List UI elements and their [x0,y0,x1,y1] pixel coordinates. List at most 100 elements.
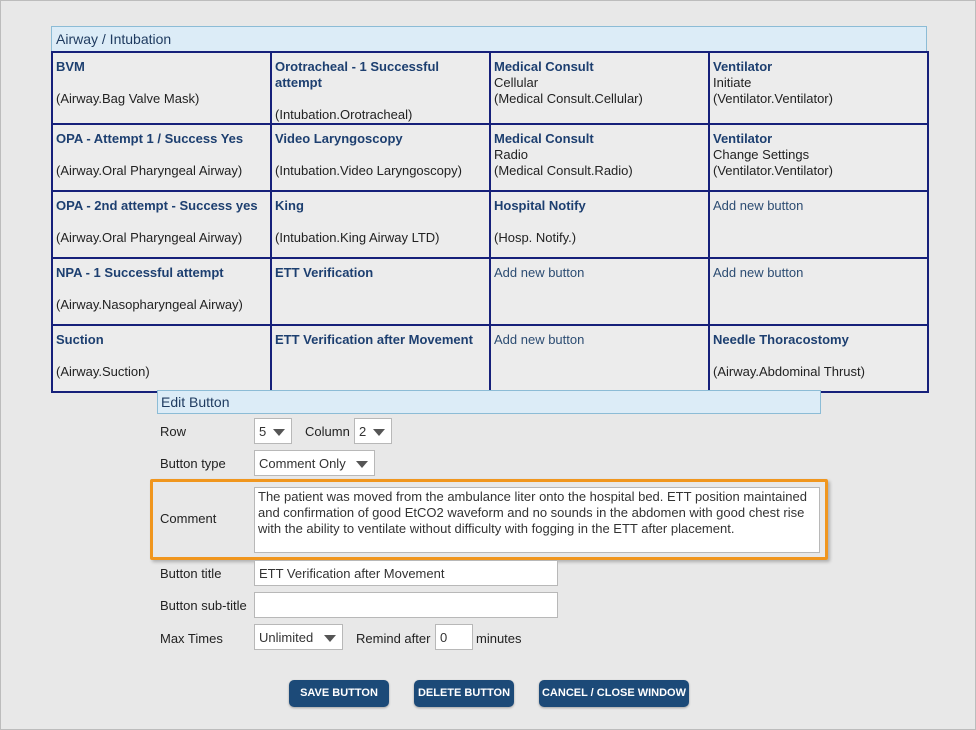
cell-line2: Initiate [713,75,752,90]
comment-textarea[interactable]: The patient was moved from the ambulance… [254,487,820,553]
cell-title: Needle Thoracostomy [713,332,849,347]
cell-spacer [275,147,486,163]
add-new-button-link[interactable]: Add new button [494,332,584,347]
save-button[interactable]: SAVE BUTTON [289,680,389,707]
edit-button-header: Edit Button [157,390,821,414]
button-title-label: Button title [160,566,222,581]
cell-spacer [56,75,267,91]
cell-spacer [56,147,267,163]
row-label: Row [160,424,187,439]
cell-subtitle: (Intubation.Orotracheal) [275,107,413,122]
row-select-value: 5 [259,424,267,439]
delete-button[interactable]: DELETE BUTTON [414,680,514,707]
button-grid: BVM (Airway.Bag Valve Mask) Orotracheal - … [51,51,929,393]
cell-title: Hospital Notify [494,198,586,213]
cell-title: King [275,198,304,213]
chevron-down-icon [273,429,285,436]
button-title-input[interactable]: ETT Verification after Movement [254,560,558,586]
grid-cell-button[interactable]: ETT Verification after Movement [270,324,491,393]
button-grid-panel: Airway / Intubation BVM (Airway.Bag Valve… [51,26,929,393]
cell-spacer [275,214,486,230]
button-subtitle-input[interactable] [254,592,558,618]
cell-title: ETT Verification [275,265,374,280]
chevron-down-icon [324,635,336,642]
grid-row: NPA - 1 Successful attempt (Airway.Nasoph… [51,257,929,326]
button-type-select[interactable]: Comment Only [254,450,375,476]
button-type-label: Button type [160,456,226,471]
grid-cell-button[interactable]: Ventilator Initiate (Ventilator.Ventilator… [708,51,929,125]
cell-subtitle: (Ventilator.Ventilator) [713,163,833,178]
grid-row: Suction (Airway.Suction) ETT Verification … [51,324,929,393]
cell-subtitle: (Airway.Oral Pharyngeal Airway) [56,163,243,178]
add-new-button-link[interactable]: Add new button [494,265,584,280]
grid-cell-button[interactable]: OPA - Attempt 1 / Success Yes (Airway.Ora… [51,123,272,192]
cell-subtitle: (Medical Consult.Radio) [494,163,633,178]
row-select[interactable]: 5 [254,418,292,444]
cell-title: BVM [56,59,85,74]
grid-cell-button[interactable]: Orotracheal - 1 Successful attempt (Intub… [270,51,491,125]
minutes-label: minutes [476,631,522,646]
remind-after-label: Remind after [356,631,431,646]
max-times-value: Unlimited [259,630,314,645]
cell-title: Suction [56,332,104,347]
grid-row: OPA - 2nd attempt - Success yes (Airway.O… [51,190,929,259]
cell-spacer [275,281,486,297]
grid-title: Airway / Intubation [51,26,927,51]
chevron-down-icon [373,429,385,436]
button-subtitle-label: Button sub-title [160,598,247,613]
comment-label: Comment [160,511,217,526]
cell-spacer [56,348,267,364]
cell-spacer [56,281,267,297]
max-times-label: Max Times [160,631,223,646]
column-select-value: 2 [359,424,367,439]
add-new-button-link[interactable]: Add new button [713,265,803,280]
max-times-select[interactable]: Unlimited [254,624,343,650]
grid-cell-button[interactable]: OPA - 2nd attempt - Success yes (Airway.O… [51,190,272,259]
grid-cell-button[interactable]: BVM (Airway.Bag Valve Mask) [51,51,272,125]
cell-title: OPA - 2nd attempt - Success yes [56,198,258,213]
cancel-close-window-button[interactable]: CANCEL / CLOSE WINDOW [539,680,689,707]
cell-title: Video Laryngoscopy [275,131,403,146]
grid-cell-button[interactable]: Hospital Notify (Hosp. Notify.) [489,190,710,259]
cell-spacer [713,348,924,364]
cell-line2: Cellular [494,75,539,90]
grid-cell-empty[interactable]: Add new button [708,190,929,259]
cell-title: ETT Verification after Movement [275,332,473,347]
cell-title: NPA - 1 Successful attempt [56,265,224,280]
grid-cell-empty[interactable]: Add new button [708,257,929,326]
cell-title: Ventilator [713,59,773,74]
grid-cell-button[interactable]: NPA - 1 Successful attempt (Airway.Nasoph… [51,257,272,326]
cell-title: OPA - Attempt 1 / Success Yes [56,131,244,146]
column-label: Column [305,424,350,439]
grid-cell-button[interactable]: Medical Consult Radio (Medical Consult.Rad… [489,123,710,192]
column-select[interactable]: 2 [354,418,392,444]
grid-row: OPA - Attempt 1 / Success Yes (Airway.Ora… [51,123,929,192]
remind-after-input[interactable]: 0 [435,624,473,650]
cell-subtitle: (Airway.Bag Valve Mask) [56,91,200,106]
grid-row: BVM (Airway.Bag Valve Mask) Orotracheal - … [51,51,929,125]
cell-subtitle: (Airway.Oral Pharyngeal Airway) [56,230,243,245]
cell-title: Orotracheal - 1 Successful attempt [275,59,440,90]
cell-spacer [275,91,486,107]
cell-title: Medical Consult [494,131,594,146]
grid-cell-button[interactable]: King (Intubation.King Airway LTD) [270,190,491,259]
grid-cell-button[interactable]: Suction (Airway.Suction) [51,324,272,393]
cell-line2: Change Settings [713,147,810,162]
grid-cell-button[interactable]: Ventilator Change Settings (Ventilator.Ven… [708,123,929,192]
add-new-button-link[interactable]: Add new button [713,198,803,213]
cell-spacer [275,348,486,364]
button-type-value: Comment Only [259,456,346,471]
cell-subtitle: (Airway.Nasopharyngeal Airway) [56,297,243,312]
grid-cell-button[interactable]: Needle Thoracostomy (Airway.Abdominal Thr… [708,324,929,393]
cell-subtitle: (Intubation.King Airway LTD) [275,230,440,245]
cell-subtitle: (Intubation.Video Laryngoscopy) [275,163,462,178]
cell-subtitle: (Hosp. Notify.) [494,230,577,245]
grid-cell-button[interactable]: Medical Consult Cellular (Medical Consult.… [489,51,710,125]
grid-cell-button[interactable]: Video Laryngoscopy (Intubation.Video Lary… [270,123,491,192]
cell-spacer [494,214,705,230]
grid-cell-empty[interactable]: Add new button [489,324,710,393]
cell-title: Medical Consult [494,59,594,74]
grid-cell-empty[interactable]: Add new button [489,257,710,326]
grid-cell-button[interactable]: ETT Verification [270,257,491,326]
cell-subtitle: (Ventilator.Ventilator) [713,91,833,106]
